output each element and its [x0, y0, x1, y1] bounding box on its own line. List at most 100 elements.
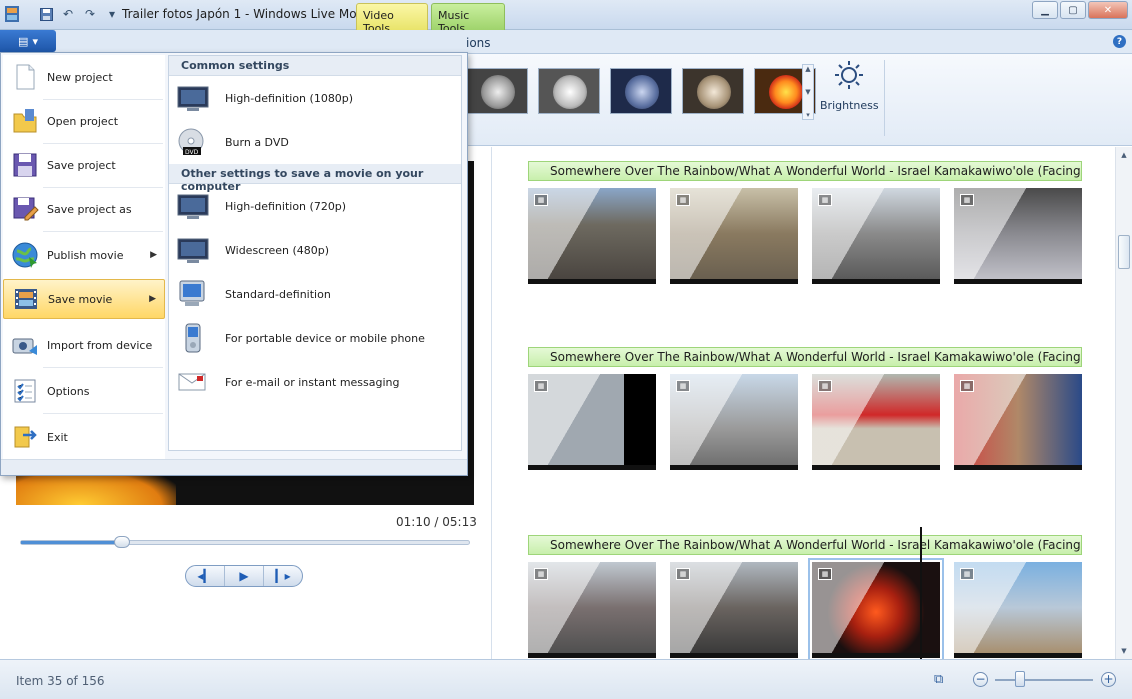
context-tab-video-tools[interactable]: Video Tools — [356, 3, 428, 35]
submenu-arrow-icon: ▶ — [150, 250, 157, 260]
clip-thumbnail[interactable]: ▦ — [954, 188, 1082, 284]
clip-thumbnail[interactable]: ▦ — [528, 188, 656, 284]
scroll-up-icon[interactable]: ▲ — [1116, 147, 1132, 163]
effect-thumbnail[interactable] — [682, 68, 744, 114]
music-track[interactable]: Somewhere Over The Rainbow/What A Wonder… — [528, 347, 1082, 367]
menu-item-save-movie[interactable]: Save movie ▶ — [3, 279, 165, 319]
clip-badge-icon: ▦ — [818, 380, 832, 392]
gallery-down-icon[interactable]: ▼ — [803, 88, 813, 96]
email-icon — [178, 373, 206, 391]
tab-options-fragment[interactable]: ions — [466, 36, 491, 50]
clip-badge-icon: ▦ — [676, 380, 690, 392]
music-track[interactable]: Somewhere Over The Rainbow/What A Wonder… — [528, 161, 1082, 181]
zoom-slider-thumb[interactable] — [1014, 671, 1025, 687]
clip-thumbnail[interactable]: ▦ — [670, 188, 798, 284]
window-title: Trailer fotos Japón 1 - Windows Live Mov… — [122, 7, 379, 21]
previous-frame-icon[interactable]: ◂▎ — [186, 566, 225, 586]
menu-separator — [43, 99, 163, 100]
maximize-icon[interactable]: ▢ — [1060, 1, 1086, 19]
mobile-phone-icon — [185, 323, 201, 353]
application-menu-commands: New project Open project Save project Sa… — [3, 55, 165, 459]
storyboard-row: Somewhere Over The Rainbow/What A Wonder… — [528, 161, 1082, 284]
clip-thumbnail[interactable]: ▦ — [954, 374, 1082, 470]
menu-item-open-project[interactable]: Open project — [3, 101, 165, 141]
zoom-slider-track[interactable] — [995, 679, 1093, 681]
close-icon[interactable]: ✕ — [1088, 1, 1128, 19]
transport-controls: ◂▎ ▶ ▎▸ — [185, 565, 303, 587]
film-icon[interactable] — [4, 6, 20, 22]
brightness-label: Brightness — [820, 99, 879, 112]
submenu-item-widescreen-480p[interactable]: Widescreen (480p) — [169, 228, 461, 272]
menu-chevron-down-icon: ▾ — [32, 34, 38, 48]
scrollbar-thumb[interactable] — [1118, 235, 1130, 269]
clip-thumbnail[interactable]: ▦ — [954, 562, 1082, 658]
storyboard-row: Somewhere Over The Rainbow/What A Wonder… — [528, 535, 1082, 659]
storyboard-view-icon[interactable]: ⧉ — [934, 672, 952, 688]
clip-badge-icon: ▦ — [676, 568, 690, 580]
zoom-in-icon[interactable]: + — [1101, 672, 1116, 687]
menu-item-save-project[interactable]: Save project — [3, 145, 165, 185]
gallery-up-icon[interactable]: ▲ — [803, 65, 813, 73]
menu-item-label: Publish movie — [47, 248, 124, 262]
next-frame-icon[interactable]: ▎▸ — [264, 566, 302, 586]
menu-item-exit[interactable]: Exit — [3, 417, 165, 457]
menu-item-label: Save movie — [48, 292, 113, 306]
submenu-item-label: High-definition (1080p) — [225, 91, 354, 105]
effect-thumbnail[interactable] — [538, 68, 600, 114]
clip-thumbnail[interactable]: ▦ — [812, 188, 940, 284]
submenu-item-label: For portable device or mobile phone — [225, 331, 425, 345]
clip-thumbnail[interactable]: ▦ — [670, 562, 798, 658]
minimize-icon[interactable]: ▁ — [1032, 1, 1058, 19]
save-icon[interactable] — [38, 6, 54, 22]
brightness-button[interactable]: Brightness — [820, 60, 879, 112]
menu-item-save-project-as[interactable]: Save project as — [3, 189, 165, 229]
scroll-down-icon[interactable]: ▼ — [1116, 643, 1132, 659]
submenu-item-portable-device[interactable]: For portable device or mobile phone — [169, 316, 461, 360]
zoom-out-icon[interactable]: − — [973, 672, 988, 687]
submenu-item-standard-definition[interactable]: Standard-definition — [169, 272, 461, 316]
window-controls: ▁ ▢ ✕ — [1032, 1, 1128, 19]
help-icon[interactable]: ? — [1113, 35, 1126, 48]
application-menu-button[interactable]: ▤ ▾ — [0, 30, 56, 52]
clip-thumbnail[interactable]: ▦ — [528, 562, 656, 658]
seek-bar[interactable] — [20, 536, 470, 548]
play-icon[interactable]: ▶ — [225, 566, 264, 586]
menu-item-label: Exit — [47, 430, 68, 444]
effect-thumbnail[interactable] — [610, 68, 672, 114]
menu-item-options[interactable]: Options — [3, 371, 165, 411]
context-tab-music-tools[interactable]: Music Tools — [431, 3, 505, 35]
menu-item-new-project[interactable]: New project — [3, 57, 165, 97]
save-movie-submenu: Common settings High-definition (1080p) … — [168, 55, 462, 451]
camera-icon — [12, 338, 37, 355]
gallery-scroll[interactable]: ▲ ▼ ▾ — [802, 64, 814, 120]
clip-thumbnail[interactable]: ▦ — [670, 374, 798, 470]
submenu-heading-other: Other settings to save a movie on your c… — [169, 164, 461, 193]
submenu-heading-common: Common settings — [169, 56, 461, 76]
submenu-item-burn-dvd[interactable]: DVD Burn a DVD — [169, 120, 461, 164]
storyboard-scrollbar[interactable]: ▲ ▼ — [1115, 147, 1132, 659]
menu-item-label: Options — [47, 384, 90, 398]
clip-thumbnail[interactable]: ▦ — [812, 374, 940, 470]
menu-item-publish-movie[interactable]: Publish movie ▶ — [3, 235, 165, 275]
playhead[interactable] — [920, 527, 922, 659]
item-count: Item 35 of 156 — [16, 674, 105, 688]
gallery-expand-icon[interactable]: ▾ — [803, 111, 813, 119]
dvd-icon: DVD — [178, 128, 204, 156]
menu-item-import-from-device[interactable]: Import from device — [3, 325, 165, 365]
submenu-item-email-messaging[interactable]: For e-mail or instant messaging — [169, 360, 461, 404]
qat-dropdown-icon[interactable]: ▾ — [104, 6, 120, 22]
clip-thumbnail[interactable]: ▦ — [528, 374, 656, 470]
submenu-item-hd-1080p[interactable]: High-definition (1080p) — [169, 76, 461, 120]
submenu-item-label: Standard-definition — [225, 287, 331, 301]
clip-badge-icon: ▦ — [534, 194, 548, 206]
clip-badge-icon: ▦ — [534, 568, 548, 580]
redo-icon[interactable]: ↷ — [82, 6, 98, 22]
effect-thumbnail[interactable] — [466, 68, 528, 114]
music-track[interactable]: Somewhere Over The Rainbow/What A Wonder… — [528, 535, 1082, 555]
undo-icon[interactable]: ↶ — [60, 6, 76, 22]
clip-badge-icon: ▦ — [960, 380, 974, 392]
submenu-item-label: Widescreen (480p) — [225, 243, 330, 257]
save-movie-icon — [15, 289, 37, 309]
seek-progress — [21, 541, 122, 544]
seek-thumb[interactable] — [113, 536, 130, 548]
